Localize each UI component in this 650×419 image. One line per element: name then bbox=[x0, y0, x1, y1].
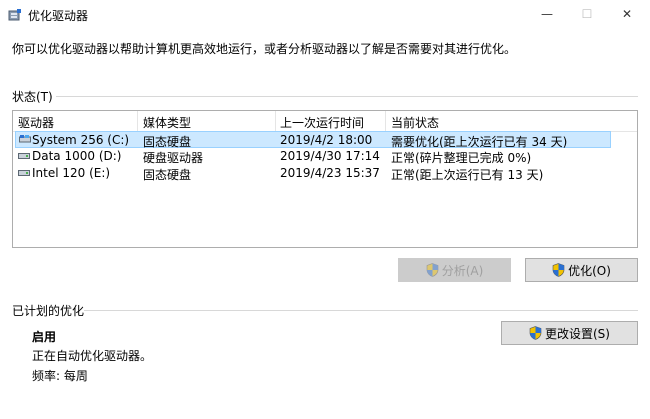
drive-status: 正常(碎片整理已完成 0%) bbox=[391, 151, 532, 165]
change-settings-button[interactable]: 更改设置(S) bbox=[501, 321, 638, 345]
drive-row-e[interactable]: Intel 120 (E:) 固态硬盘 2019/4/23 15:37 正常(距… bbox=[15, 165, 611, 182]
schedule-state: 启用 bbox=[32, 330, 57, 344]
drive-last-run: 2019/4/30 17:14 bbox=[280, 149, 380, 163]
drive-row-d[interactable]: Data 1000 (D:) 硬盘驱动器 2019/4/30 17:14 正常(… bbox=[15, 148, 611, 165]
minimize-button[interactable]: — bbox=[527, 0, 567, 28]
change-settings-button-label: 更改设置(S) bbox=[545, 326, 610, 341]
drive-media-type: 硬盘驱动器 bbox=[143, 151, 204, 165]
scheduled-section-divider bbox=[84, 310, 638, 311]
defrag-app-icon bbox=[8, 9, 21, 21]
drive-media-type: 固态硬盘 bbox=[143, 168, 192, 182]
column-separator[interactable] bbox=[275, 111, 276, 131]
title-bar: 优化驱动器 — ☐ ✕ bbox=[0, 0, 650, 30]
drive-last-run: 2019/4/2 18:00 bbox=[280, 133, 373, 147]
schedule-frequency: 频率: 每周 bbox=[32, 369, 88, 383]
column-header-current-status[interactable]: 当前状态 bbox=[391, 114, 439, 131]
uac-shield-icon bbox=[426, 263, 439, 277]
drive-last-run: 2019/4/23 15:37 bbox=[280, 166, 380, 180]
uac-shield-icon bbox=[552, 263, 565, 277]
drive-name: System 256 (C:) bbox=[32, 133, 130, 147]
drive-name: Data 1000 (D:) bbox=[32, 149, 122, 163]
column-header-media-type[interactable]: 媒体类型 bbox=[143, 114, 191, 131]
optimize-button[interactable]: 优化(O) bbox=[525, 258, 638, 282]
schedule-detail: 正在自动优化驱动器。 bbox=[32, 349, 153, 363]
scheduled-section-label: 已计划的优化 bbox=[12, 304, 85, 318]
optimize-button-label: 优化(O) bbox=[568, 263, 611, 278]
analyze-button-label: 分析(A) bbox=[441, 263, 484, 278]
hard-drive-icon bbox=[18, 153, 30, 159]
drive-name: Intel 120 (E:) bbox=[32, 166, 111, 180]
hard-drive-icon bbox=[18, 170, 30, 176]
description-text: 你可以优化驱动器以帮助计算机更高效地运行，或者分析驱动器以了解是否需要对其进行优… bbox=[12, 42, 517, 56]
drive-status: 正常(距上次运行已有 13 天) bbox=[391, 168, 544, 182]
status-section-divider bbox=[56, 96, 638, 97]
drive-row-c[interactable]: System 256 (C:) 固态硬盘 2019/4/2 18:00 需要优化… bbox=[15, 131, 611, 149]
column-header-drive[interactable]: 驱动器 bbox=[18, 114, 54, 131]
drive-list-header: 驱动器 媒体类型 上一次运行时间 当前状态 bbox=[13, 111, 637, 132]
uac-shield-icon bbox=[529, 326, 542, 340]
window-title: 优化驱动器 bbox=[28, 9, 89, 23]
column-separator[interactable] bbox=[385, 111, 386, 131]
system-drive-icon bbox=[19, 135, 31, 143]
analyze-button[interactable]: 分析(A) bbox=[398, 258, 511, 282]
column-separator[interactable] bbox=[137, 111, 138, 131]
column-header-last-run[interactable]: 上一次运行时间 bbox=[280, 114, 364, 131]
close-button[interactable]: ✕ bbox=[607, 0, 647, 28]
status-section-label: 状态(T) bbox=[12, 90, 53, 104]
drive-list[interactable]: 驱动器 媒体类型 上一次运行时间 当前状态 System 256 (C:) 固态… bbox=[12, 110, 638, 248]
maximize-button[interactable]: ☐ bbox=[567, 0, 607, 28]
